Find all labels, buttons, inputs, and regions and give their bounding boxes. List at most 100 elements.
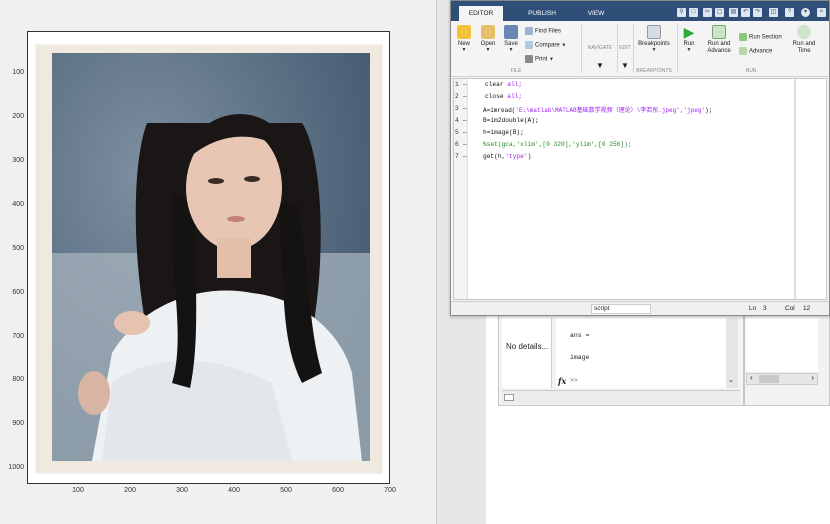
breakpoint-marker[interactable]: — [463, 141, 467, 148]
code-string: 'E:\matlab\MATLAB基础数学视频（理论）\李若彤.jpeg','j… [515, 107, 706, 114]
image-axes[interactable] [27, 31, 390, 484]
open-button[interactable]: Open ▼ [477, 25, 499, 53]
line-value: 3 [763, 305, 767, 312]
save-icon[interactable]: □ [689, 8, 698, 17]
workspace-hscrollbar[interactable]: ‹ › [746, 373, 818, 385]
line-number-gutter [454, 79, 468, 299]
y-tick-label: 800 [12, 376, 24, 383]
breakpoint-marker[interactable]: — [463, 81, 467, 88]
printer-icon [525, 55, 533, 63]
breakpoint-marker[interactable]: — [463, 153, 467, 160]
y-tick-label: 400 [12, 201, 24, 208]
breakpoint-marker[interactable]: — [463, 105, 467, 112]
code-line: B=im2double(A); [483, 117, 539, 124]
tab-editor[interactable]: EDITOR [459, 6, 503, 21]
command-prompt[interactable]: >> [570, 377, 578, 384]
undo-icon[interactable]: ↶ [741, 8, 750, 17]
x-tick-label: 700 [384, 487, 396, 494]
chevron-right-icon[interactable]: › [811, 373, 814, 382]
separator [633, 25, 634, 73]
edit-dropdown[interactable]: ▼ [618, 61, 632, 70]
column-value: 12 [803, 305, 811, 312]
line-number: 2 [455, 93, 459, 100]
switch-windows-icon[interactable]: ◫ [769, 8, 778, 17]
y-tick-label: 100 [12, 69, 24, 76]
y-tick-label: 900 [12, 420, 24, 427]
save-button[interactable]: Save ▼ [501, 25, 521, 53]
toolstrip-tabs: EDITOR PUBLISH VIEW ⚲ □ ✂ ▢ ▤ ↶ ↷ ◫ ? ▾ … [451, 1, 829, 21]
output-line: image [570, 354, 590, 361]
line-label: Ln [749, 305, 757, 312]
navigate-label: NAVIGATE [587, 45, 613, 51]
x-tick-label: 500 [280, 487, 292, 494]
floppy-icon [504, 25, 518, 39]
x-tick-label: 200 [124, 487, 136, 494]
redo-icon[interactable]: ↷ [753, 8, 762, 17]
folder-icon [481, 25, 495, 39]
section-breakpoints-label: BREAKPOINTS [636, 68, 672, 74]
section-file-label: FILE [510, 68, 522, 74]
navigate-dropdown[interactable]: ▼ [593, 61, 607, 70]
run-and-time-button[interactable]: Run and Time [789, 25, 819, 55]
portrait-photo [52, 53, 370, 461]
advance-button[interactable]: Advance [739, 47, 772, 55]
code-token: A=imread( [483, 107, 516, 114]
command-window[interactable]: ans = image fx >> [556, 318, 726, 388]
edit-label: EDIT [619, 45, 631, 51]
run-section-icon [739, 33, 747, 41]
y-tick-label: 200 [12, 113, 24, 120]
code-token: ) [527, 153, 532, 160]
breakpoint-marker[interactable]: — [463, 129, 467, 136]
new-file-icon [457, 25, 471, 39]
new-button[interactable]: New ▼ [455, 25, 473, 53]
x-tick-label: 600 [332, 487, 344, 494]
cut-icon[interactable]: ✂ [703, 8, 712, 17]
workspace-area[interactable] [746, 318, 818, 372]
breakpoint-marker[interactable]: — [463, 93, 467, 100]
compare-button[interactable]: Compare ▼ [525, 41, 566, 49]
y-tick-label: 500 [12, 245, 24, 252]
code-token: ); [705, 107, 713, 114]
compare-label: Compare [535, 42, 560, 49]
paste-icon[interactable]: ▤ [729, 8, 738, 17]
code-editor[interactable]: 1 2 3 4 5 6 7 — — — — — — — clear all; c… [453, 78, 827, 300]
run-and-advance-button[interactable]: Run and Advance [703, 25, 735, 55]
line-number: 4 [455, 117, 459, 124]
editor-window: EDITOR PUBLISH VIEW ⚲ □ ✂ ▢ ▤ ↶ ↷ ◫ ? ▾ … [450, 0, 830, 316]
search-icon[interactable]: ⚲ [677, 8, 686, 17]
find-files-icon [525, 27, 533, 35]
run-button[interactable]: ▶ Run ▼ [679, 25, 699, 53]
command-scrollbar[interactable]: ⌄ [726, 318, 738, 388]
find-files-button[interactable]: Find Files [525, 27, 561, 35]
advance-icon [739, 47, 747, 55]
toolstrip: New ▼ Open ▼ Save ▼ Find Files Compare ▼ Pr… [451, 21, 829, 77]
tab-view[interactable]: VIEW [575, 6, 617, 21]
y-tick-label: 700 [12, 333, 24, 340]
run-section-button[interactable]: Run Section [739, 33, 782, 41]
x-tick-label: 100 [72, 487, 84, 494]
expand-icon[interactable]: ▾ [801, 8, 810, 17]
command-status-bar [502, 390, 740, 404]
chevron-down-icon[interactable]: ⌄ [728, 376, 734, 384]
fx-icon[interactable]: fx [558, 376, 566, 386]
breakpoint-marker[interactable]: — [463, 117, 467, 124]
breakpoints-icon [647, 25, 661, 39]
details-text: No details... [506, 342, 549, 351]
help-icon[interactable]: ? [785, 8, 794, 17]
print-button[interactable]: Print ▼ [525, 55, 554, 63]
displayed-image [36, 45, 382, 473]
line-number: 6 [455, 141, 459, 148]
tab-publish[interactable]: PUBLISH [513, 6, 571, 21]
figure-window: 100 200 300 400 500 600 700 800 900 1000… [0, 0, 436, 524]
close-icon[interactable]: × [817, 8, 826, 17]
line-number: 7 [455, 153, 459, 160]
scroll-thumb[interactable] [759, 375, 779, 383]
run-advance-icon [712, 25, 726, 39]
copy-icon[interactable]: ▢ [715, 8, 724, 17]
print-label: Print [535, 56, 548, 63]
code-line: clear all; [485, 81, 522, 88]
panel-menu-icon[interactable] [504, 394, 514, 401]
section-run-label: RUN [745, 68, 757, 74]
breakpoints-button[interactable]: Breakpoints ▼ [635, 25, 673, 53]
chevron-left-icon[interactable]: ‹ [750, 373, 753, 382]
